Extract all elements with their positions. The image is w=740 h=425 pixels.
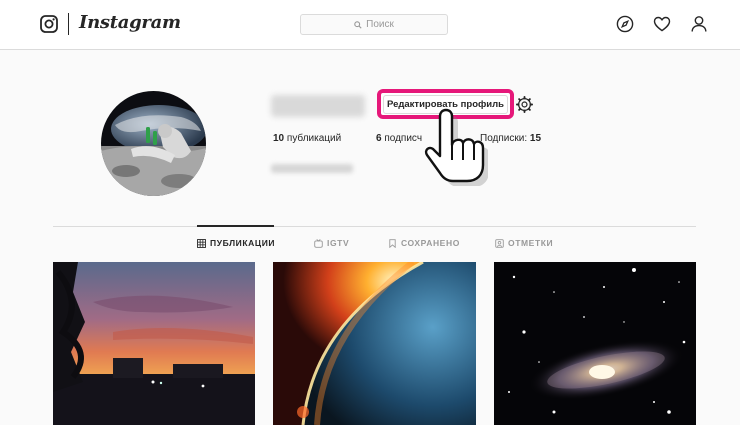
following-stat[interactable]: Подписки: 15 [480,133,541,144]
tv-icon [314,238,323,248]
post-planet[interactable] [273,262,476,425]
post-sunset[interactable] [53,262,255,425]
followers-label: подписч [384,133,423,144]
planet-photo [273,262,476,425]
astronaut-moon-picture [101,91,206,196]
following-count: 15 [529,133,542,144]
username-blurred [271,95,365,117]
active-tab-indicator [197,225,274,227]
galaxy-photo [494,262,696,425]
tag-portrait-icon [495,238,504,248]
pointing-hand-cursor-icon [424,108,488,186]
profile-icon[interactable] [690,15,708,33]
heart-icon[interactable] [653,15,671,33]
logo-divider [68,13,69,35]
tab-tagged-label: ОТМЕТКИ [508,238,554,248]
instagram-glyph-icon[interactable] [40,15,58,33]
tab-igtv[interactable]: IGTV [314,238,349,248]
tab-posts-label: ПУБЛИКАЦИИ [210,238,276,248]
instagram-logo-text[interactable]: Instagram [79,12,181,33]
bookmark-icon [389,238,396,248]
full-name-blurred [271,164,353,173]
grid-icon [197,238,206,248]
tab-igtv-label: IGTV [327,238,350,248]
search-icon [354,20,362,29]
sunset-photo [53,262,255,425]
tab-tagged[interactable]: ОТМЕТКИ [495,238,553,248]
tabs-divider [53,226,696,227]
followers-count: 6 [376,133,382,144]
profile-avatar[interactable] [101,91,206,196]
posts-count: 10 [273,133,285,144]
followers-stat[interactable]: 6 подписч [376,133,422,144]
tab-saved-label: СОХРАНЕНО [401,238,460,248]
gear-icon[interactable] [516,96,533,113]
search-placeholder: Поиск [366,19,394,30]
explore-compass-icon[interactable] [616,15,634,33]
post-galaxy[interactable] [494,262,696,425]
tab-posts[interactable]: ПУБЛИКАЦИИ [197,238,275,248]
posts-count-stat: 10 публикаций [273,133,341,144]
top-navigation-bar: Instagram Поиск [0,0,740,50]
tab-saved[interactable]: СОХРАНЕНО [388,238,460,248]
posts-label: публикаций [286,133,342,144]
search-input[interactable]: Поиск [300,14,448,35]
